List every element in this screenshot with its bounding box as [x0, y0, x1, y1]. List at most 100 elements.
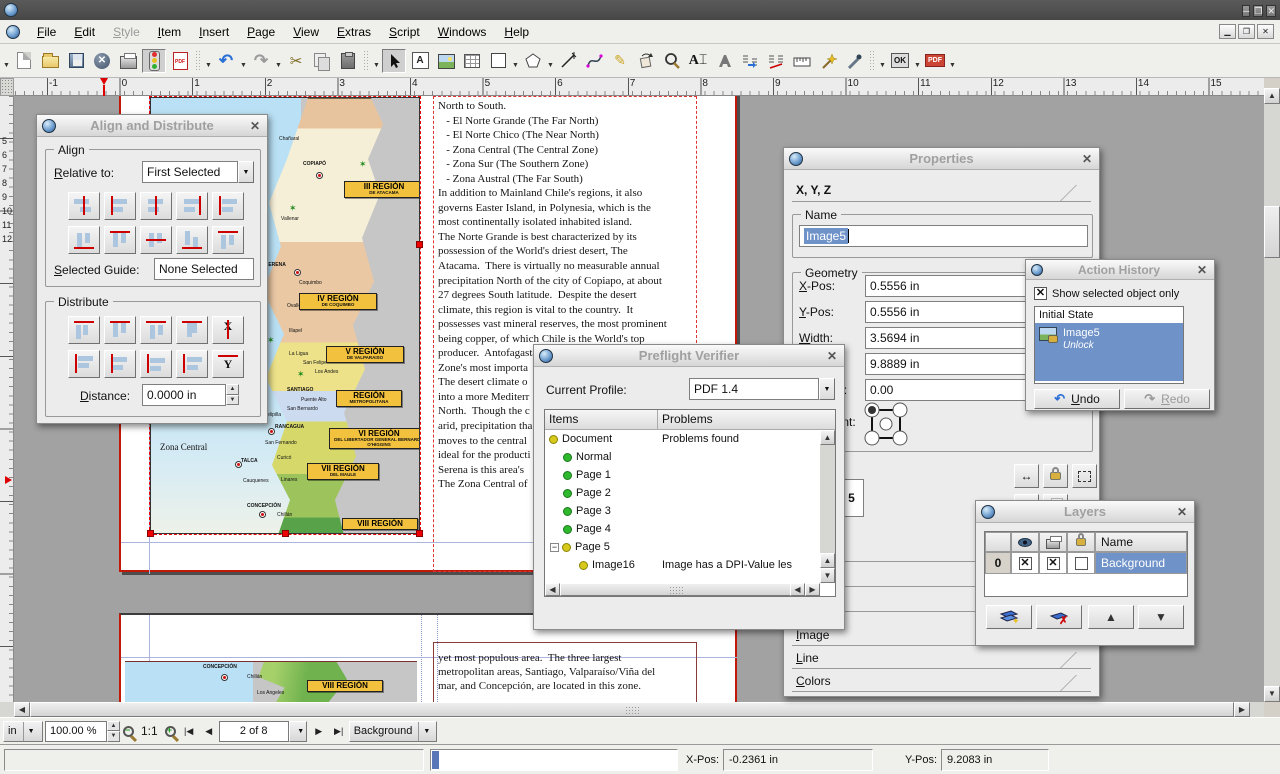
zoom-out-icon[interactable]: −: [123, 726, 134, 737]
layers-dialog[interactable]: Layers ✕ Name 0 ✕ ✕ Background ✦: [975, 500, 1195, 646]
open-document-button[interactable]: [38, 49, 62, 73]
menu-item[interactable]: Item: [149, 22, 190, 42]
align-top-to-bottom-button[interactable]: [104, 226, 136, 254]
insert-freehand-button[interactable]: ✎: [608, 49, 632, 73]
history-row-selected[interactable]: Image5 Unlock: [1035, 323, 1183, 381]
distribute-left-edges-button[interactable]: [68, 316, 100, 344]
preflight-tree-row[interactable]: − Page 5: [545, 538, 820, 556]
tab-xyz[interactable]: X, Y, Z: [792, 180, 1091, 202]
layers-table[interactable]: Name 0 ✕ ✕ Background: [984, 531, 1188, 597]
selection-handle[interactable]: [147, 530, 154, 537]
distribute-right-edges-button[interactable]: [140, 316, 172, 344]
menu-item[interactable]: File: [28, 22, 65, 42]
distribute-x-distance-button[interactable]: X: [212, 316, 244, 344]
zoom-button[interactable]: [660, 49, 684, 73]
items-column-header[interactable]: Items: [545, 410, 658, 429]
delete-layer-button[interactable]: ✗: [1036, 605, 1082, 629]
dialog-title-bar[interactable]: Properties ✕: [784, 148, 1099, 170]
scroll-up-button[interactable]: ▲: [820, 430, 835, 445]
menu-item[interactable]: Insert: [190, 22, 238, 42]
list-hscroll-thumb[interactable]: [560, 583, 792, 596]
show-selected-checkbox[interactable]: ✕ Show selected object only: [1034, 287, 1179, 300]
selection-handle[interactable]: [282, 530, 289, 537]
pdf-button-dropdown-arrow[interactable]: ▼: [913, 50, 922, 72]
paste-button[interactable]: [336, 49, 360, 73]
scroll-right-button[interactable]: ▶: [805, 583, 820, 596]
scroll-up-button[interactable]: ▲: [820, 553, 835, 568]
scroll-down-button[interactable]: ▼: [820, 568, 835, 583]
basepoint-selector[interactable]: [863, 401, 909, 447]
undo-dropdown-arrow[interactable]: ▼: [239, 50, 248, 72]
page-select-arrow[interactable]: ▼: [289, 721, 307, 742]
undo-button[interactable]: ↶ Undo: [1034, 389, 1120, 409]
tab-colors[interactable]: Colors: [792, 670, 1091, 692]
link-text-frames-button[interactable]: [738, 49, 762, 73]
insert-text-frame-button[interactable]: A: [408, 49, 432, 73]
history-row-initial[interactable]: Initial State: [1035, 307, 1183, 323]
ruler-origin-corner[interactable]: [0, 78, 14, 96]
distribute-y-distance-button[interactable]: Y: [212, 350, 244, 378]
scroll-left-button[interactable]: ◀: [790, 583, 805, 596]
layer-row-background[interactable]: 0 ✕ ✕ Background: [985, 552, 1187, 574]
layer-name-cell[interactable]: Background: [1095, 552, 1187, 574]
pdf-fields-tool[interactable]: PDF: [923, 49, 947, 73]
dialog-title-bar[interactable]: Action History ✕: [1026, 260, 1214, 280]
checkbox-icon[interactable]: ✕: [1034, 287, 1047, 300]
first-page-button[interactable]: |◀: [179, 721, 199, 742]
redo-button[interactable]: ↷: [249, 49, 273, 73]
align-right-to-left-button[interactable]: [104, 192, 136, 220]
history-list[interactable]: Initial State Image5 Unlock: [1034, 306, 1184, 384]
save-document-button[interactable]: [64, 49, 88, 73]
print-button[interactable]: [116, 49, 140, 73]
close-icon[interactable]: ✕: [1195, 263, 1209, 277]
preflight-tree-row[interactable]: Document Problems found: [545, 430, 820, 448]
layer-visible-checkbox[interactable]: ✕: [1011, 552, 1039, 574]
vertical-ruler[interactable]: 56789101112: [0, 96, 14, 702]
problems-column-header[interactable]: Problems: [658, 410, 835, 429]
preflight-tree-row[interactable]: Image16 Image has a DPI-Value les: [545, 556, 820, 574]
window-control-button[interactable]: ✕: [1266, 5, 1276, 17]
pdf-push-button-tool[interactable]: OK: [888, 49, 912, 73]
layer-print-checkbox[interactable]: ✕: [1039, 552, 1067, 574]
select-item-button[interactable]: [382, 49, 406, 73]
measurements-button[interactable]: [790, 49, 814, 73]
horizontal-scrollbar[interactable]: ◀ ▶: [0, 702, 1264, 717]
vertical-scrollbar[interactable]: ▲ ▼: [1264, 88, 1280, 702]
distribute-bottom-edges-button[interactable]: [140, 350, 172, 378]
layer-lock-checkbox[interactable]: [1067, 552, 1095, 574]
scroll-right-button[interactable]: ▶: [1234, 702, 1250, 717]
cut-button[interactable]: ✂: [284, 49, 308, 73]
window-control-button[interactable]: ─: [1242, 5, 1250, 17]
menu-item[interactable]: Extras: [328, 22, 380, 42]
align-bottom-to-top-button[interactable]: [176, 226, 208, 254]
close-icon[interactable]: ✕: [1080, 152, 1094, 166]
zoom-spinner[interactable]: ▲▼: [107, 721, 120, 742]
zoom-100-button[interactable]: 1:1: [141, 724, 158, 738]
insert-table-button[interactable]: [460, 49, 484, 73]
menu-item[interactable]: View: [284, 22, 328, 42]
mdi-restore-button[interactable]: ❐: [1238, 24, 1255, 39]
preflight-tree-row[interactable]: Normal: [545, 448, 820, 466]
redo-dropdown-arrow[interactable]: ▼: [274, 50, 283, 72]
pdf-fields-dropdown-arrow[interactable]: ▼: [948, 50, 957, 72]
distance-field[interactable]: 0.0000 in: [142, 384, 226, 406]
page-number-field[interactable]: 2 of 8: [219, 721, 289, 742]
insert-shape-button[interactable]: [486, 49, 510, 73]
list-vscroll-track[interactable]: [820, 445, 835, 553]
preflight-tree-row[interactable]: Page 1: [545, 466, 820, 484]
name-field[interactable]: Image5: [799, 225, 1088, 247]
add-layer-button[interactable]: ✦: [986, 605, 1032, 629]
menu-item[interactable]: Page: [238, 22, 284, 42]
close-icon[interactable]: ✕: [248, 119, 262, 133]
menu-item[interactable]: Windows: [429, 22, 496, 42]
profile-select[interactable]: PDF 1.4 ▼: [689, 378, 835, 400]
eyedropper-button[interactable]: [842, 49, 866, 73]
toolbar-overflow-arrow[interactable]: ▼: [204, 50, 213, 72]
distribute-centers-horizontally-button[interactable]: [104, 316, 136, 344]
unlink-text-frames-button[interactable]: [764, 49, 788, 73]
zoom-in-icon[interactable]: +: [165, 726, 176, 737]
undo-button[interactable]: ↶: [214, 49, 238, 73]
close-icon[interactable]: ✕: [1175, 505, 1189, 519]
zoom-level-field[interactable]: 100.00 %: [45, 721, 107, 742]
mdi-close-button[interactable]: ✕: [1257, 24, 1274, 39]
